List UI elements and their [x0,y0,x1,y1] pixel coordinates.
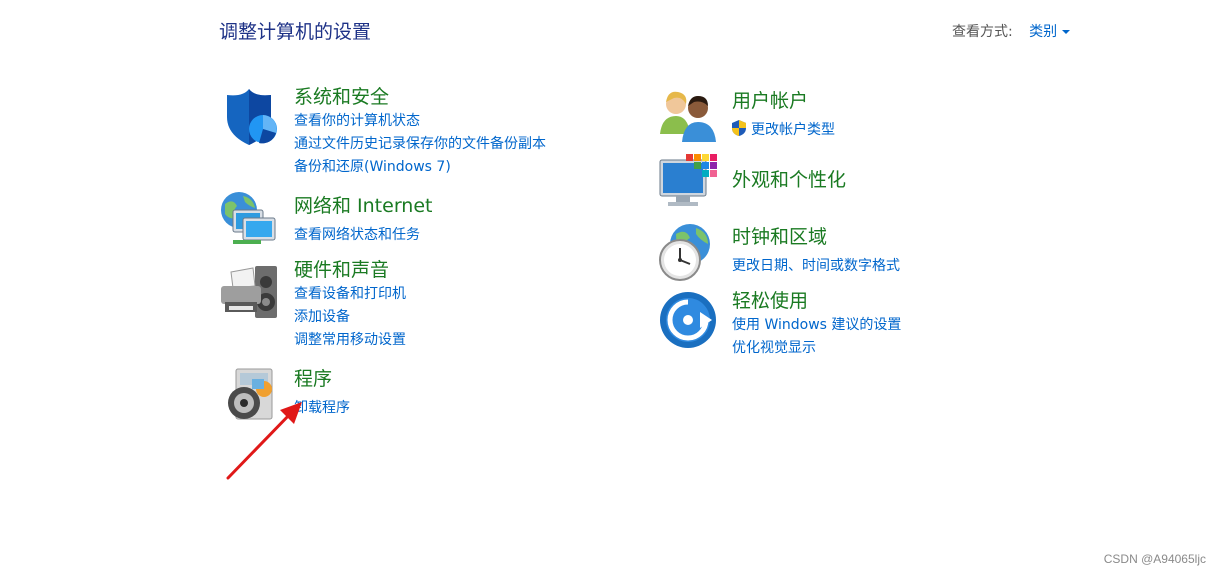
user-accounts-icon[interactable] [658,86,718,146]
ease-of-access-icon[interactable] [658,290,718,350]
category-title-network[interactable]: 网络和 Internet [294,191,432,218]
uac-shield-icon [732,120,746,136]
view-by-dropdown[interactable]: 类别 [1029,24,1071,40]
category-title-system-security[interactable]: 系统和安全 [294,82,389,109]
link-view-computer-status[interactable]: 查看你的计算机状态 [294,110,420,130]
link-backup-restore[interactable]: 备份和还原(Windows 7) [294,156,451,176]
link-change-account-type-label[interactable]: 更改帐户类型 [751,122,835,138]
view-by-value[interactable]: 类别 [1029,24,1057,40]
network-globe-icon[interactable] [219,190,279,250]
category-title-hardware-sound[interactable]: 硬件和声音 [294,255,389,282]
link-change-date-time-format[interactable]: 更改日期、时间或数字格式 [732,255,900,275]
link-windows-recommended-settings[interactable]: 使用 Windows 建议的设置 [732,314,901,334]
category-title-user-accounts[interactable]: 用户帐户 [732,86,808,113]
link-add-device[interactable]: 添加设备 [294,306,350,326]
page-title: 调整计算机的设置 [219,21,372,43]
security-shield-icon[interactable] [221,87,281,147]
category-title-appearance[interactable]: 外观和个性化 [732,165,846,192]
chevron-down-icon[interactable] [1062,30,1071,34]
annotation-arrow-icon [226,402,302,480]
view-by: 查看方式: 类别 [952,21,1071,41]
link-mobility-settings[interactable]: 调整常用移动设置 [294,329,406,349]
link-network-status[interactable]: 查看网络状态和任务 [294,224,420,244]
link-devices-printers[interactable]: 查看设备和打印机 [294,283,406,303]
category-title-programs[interactable]: 程序 [294,364,332,391]
link-file-history-backup[interactable]: 通过文件历史记录保存你的文件备份副本 [294,133,546,153]
view-by-label: 查看方式: [952,24,1013,40]
monitor-palette-icon[interactable] [658,152,718,212]
category-title-ease-of-access[interactable]: 轻松使用 [732,286,808,313]
link-optimize-visual-display[interactable]: 优化视觉显示 [732,337,816,357]
printer-speaker-icon[interactable] [219,262,279,322]
clock-globe-icon[interactable] [656,222,716,282]
link-change-account-type[interactable]: 更改帐户类型 [730,119,835,139]
category-title-clock-region[interactable]: 时钟和区域 [732,222,827,249]
watermark: CSDN @A94065ljc [1103,552,1206,566]
